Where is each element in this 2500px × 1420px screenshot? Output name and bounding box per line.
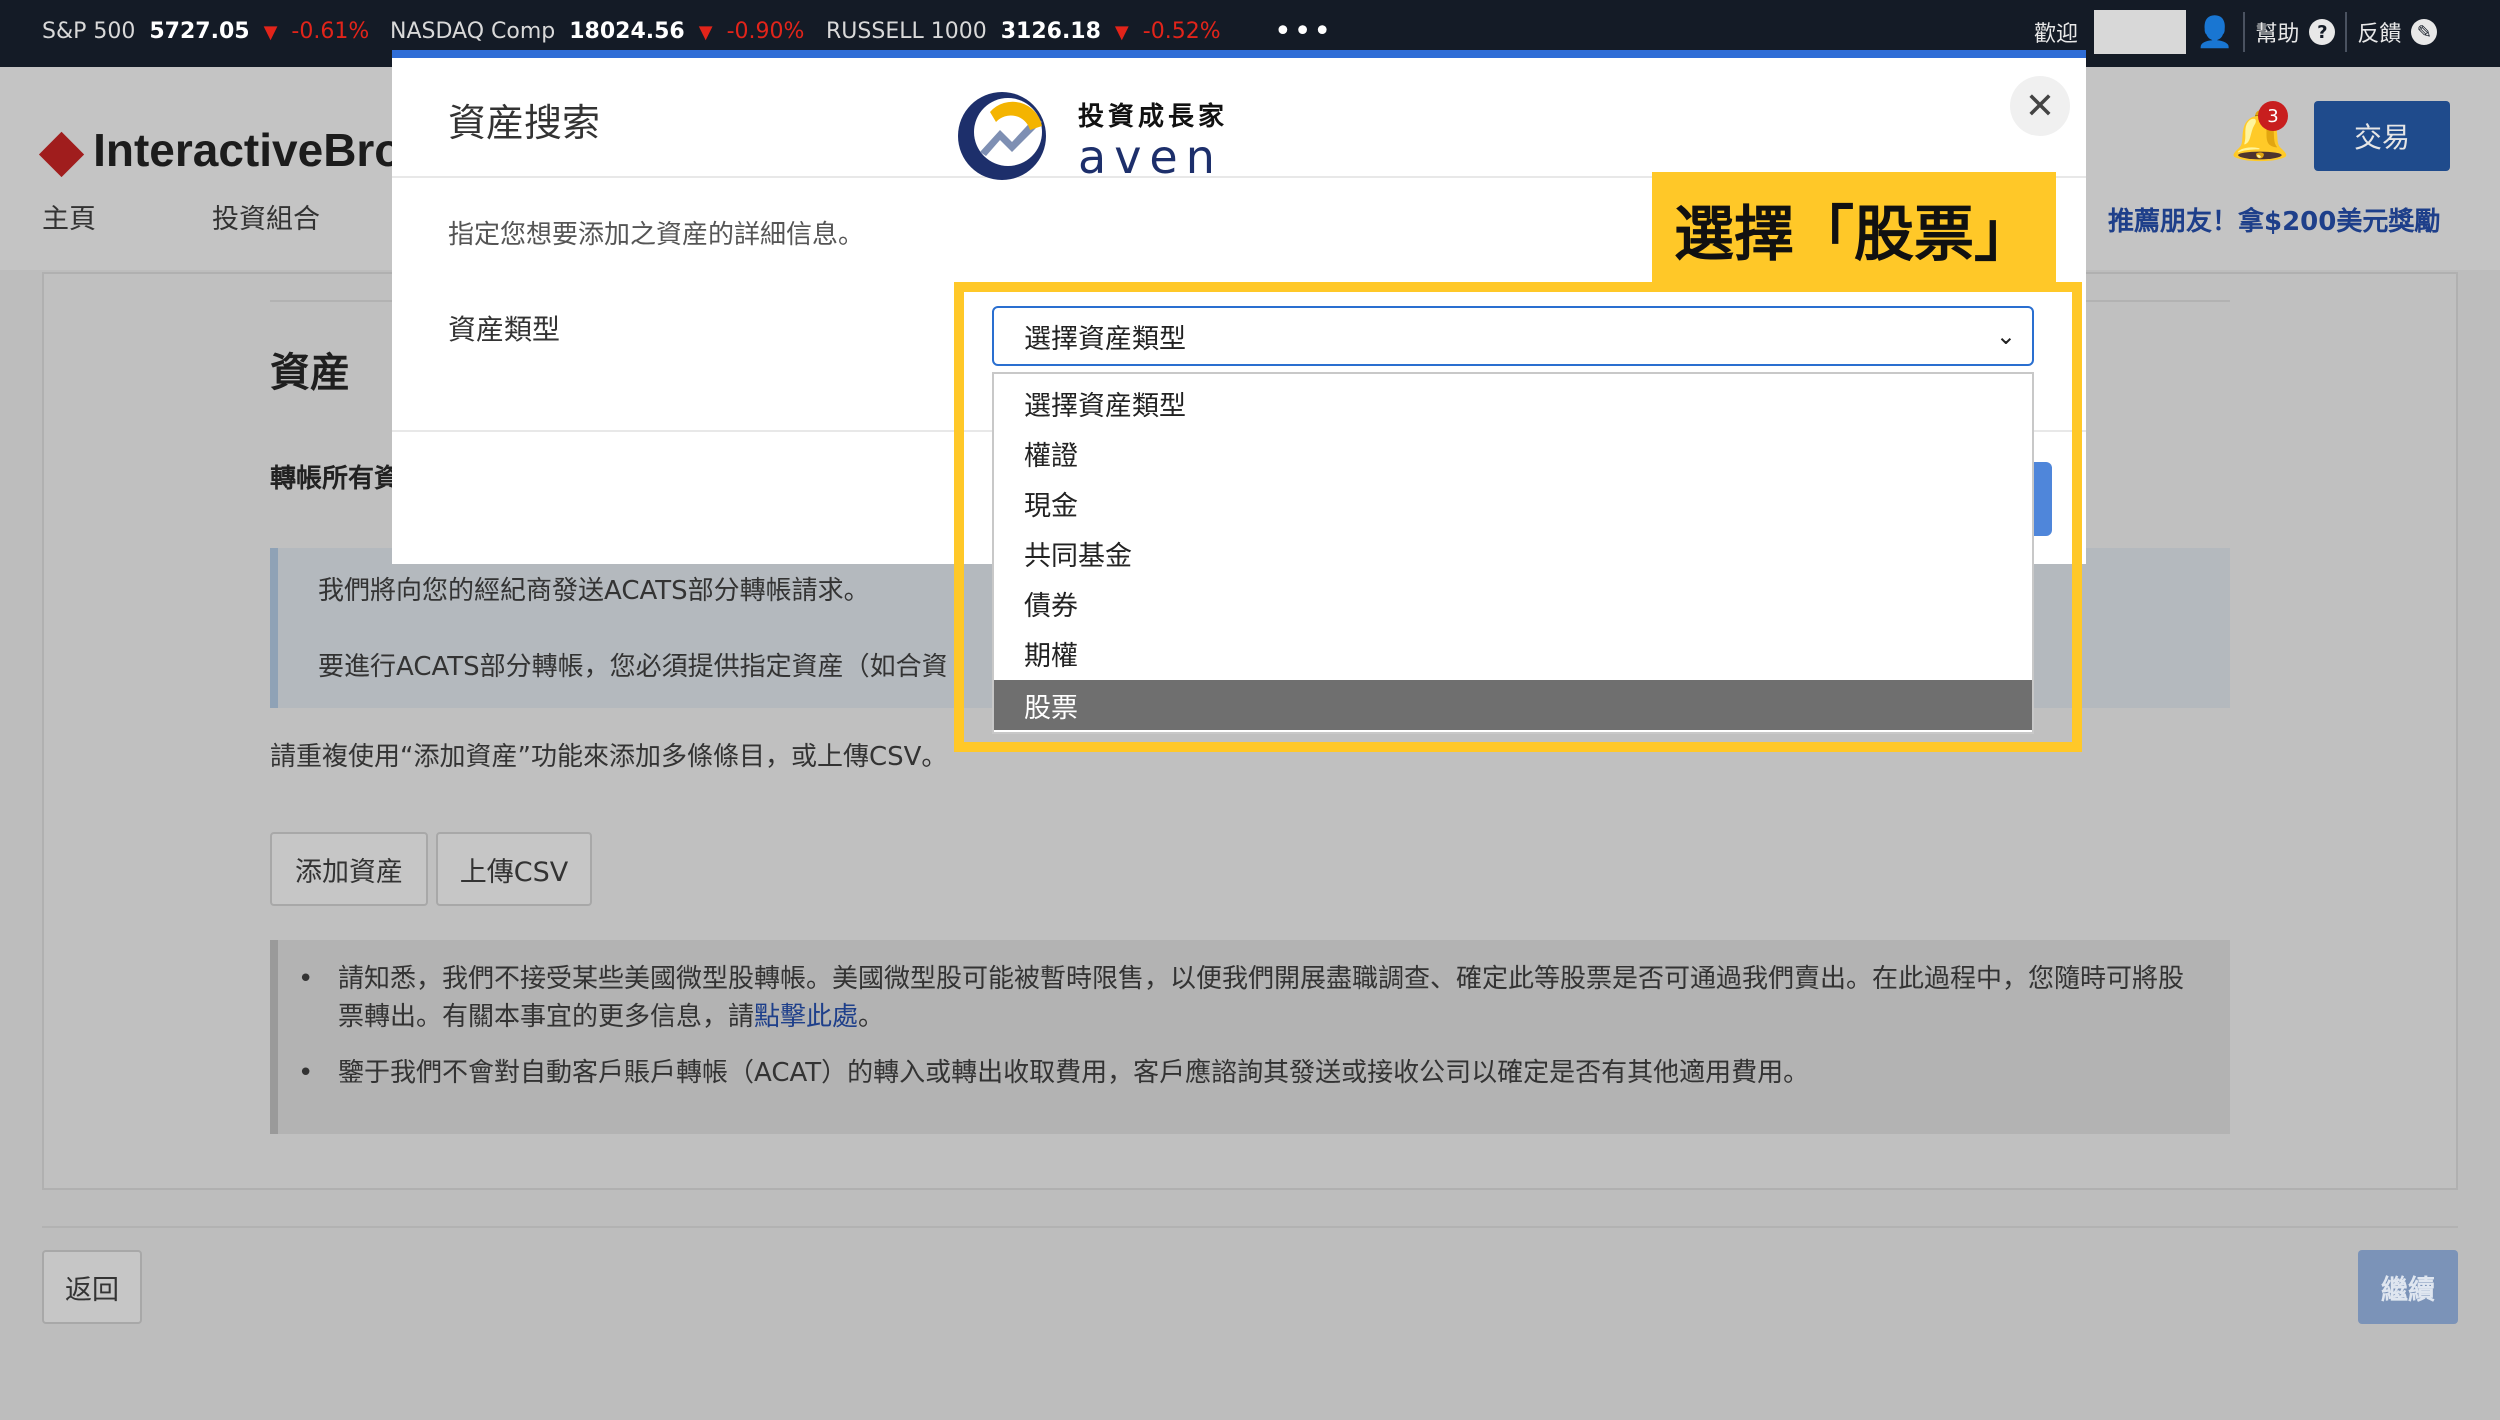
ticker-change: -0.61%: [291, 19, 370, 44]
notification-badge: 3: [2258, 101, 2288, 131]
ticker-name: RUSSELL 1000: [826, 19, 987, 44]
referral-link[interactable]: 推薦朋友！拿$200美元獎勵: [2108, 201, 2440, 238]
info-text: 要進行ACATS部分轉帳，您必須提供指定資産（如合資: [318, 652, 948, 682]
notice-box: 請知悉，我們不接受某些美國微型股轉帳。美國微型股可能被暫時限售，以便我們開展盡職…: [270, 940, 2230, 1134]
page-title: 資産: [270, 350, 350, 396]
notice-text: 鑒于我們不會對自動客戶賬戶轉帳（ACAT）的轉入或轉出收取費用，客戶應諮詢其發送…: [338, 1058, 1810, 1088]
brand-watermark: 投資成長家 aven: [950, 82, 1260, 188]
ticker-change: -0.90%: [726, 19, 805, 44]
ticker-value: 3126.18: [1000, 19, 1101, 44]
ticker-change: -0.52%: [1142, 19, 1221, 44]
feedback-icon[interactable]: ✎: [2411, 19, 2438, 45]
brand-name-en: aven: [1078, 130, 1223, 184]
asset-type-label: 資産類型: [448, 313, 561, 346]
click-here-link[interactable]: 點擊此處: [754, 1002, 858, 1032]
modal-title: 資産搜索: [448, 101, 601, 145]
divider: [42, 1226, 2458, 1228]
close-icon[interactable]: ✕: [2010, 76, 2070, 136]
ticker-value: 18024.56: [569, 19, 685, 44]
nav-portfolio[interactable]: 投資組合: [212, 197, 320, 236]
trade-button[interactable]: 交易: [2314, 101, 2450, 171]
brand-name-zh: 投資成長家: [1078, 102, 1229, 132]
divider: [2345, 12, 2348, 52]
help-link[interactable]: 幫助: [2255, 16, 2299, 48]
welcome-text: 歡迎: [2034, 22, 2079, 47]
logo-flame-icon: ◆: [40, 118, 84, 181]
info-text: 我們將向您的經紀商發送ACATS部分轉帳請求。: [318, 576, 870, 606]
transfer-all-label: 轉帳所有資: [270, 464, 401, 494]
divider: [2243, 12, 2246, 52]
modal-description: 指定您想要添加之資産的詳細信息。: [448, 220, 865, 250]
username-box: [2094, 10, 2187, 54]
user-icon[interactable]: 👤: [2196, 15, 2233, 50]
down-arrow-icon: ▼: [263, 22, 278, 43]
back-button[interactable]: 返回: [42, 1250, 142, 1324]
ticker-value: 5727.05: [149, 19, 250, 44]
upload-csv-button[interactable]: 上傳CSV: [436, 832, 592, 906]
help-icon[interactable]: ?: [2309, 19, 2336, 45]
down-arrow-icon: ▼: [1114, 22, 1129, 43]
notice-text: 請知悉，我們不接受某些美國微型股轉帳。美國微型股可能被暫時限售，以便我們開展盡職…: [338, 964, 2185, 1032]
down-arrow-icon: ▼: [698, 22, 713, 43]
user-menu[interactable]: 歡迎 👤 幫助 ? 反饋 ✎: [2034, 10, 2438, 54]
ticker-name: S&P 500: [42, 19, 136, 44]
logo-text: InteractiveBrok: [93, 124, 428, 176]
repeat-instructions: 請重複使用“添加資産”功能來添加多條條目，或上傳CSV。: [270, 742, 948, 772]
annotation-callout: 選擇「股票」: [1652, 172, 2056, 286]
more-tickers-button[interactable]: •••: [1274, 14, 1333, 49]
continue-button[interactable]: 繼續: [2358, 1250, 2458, 1324]
notice-text: 。: [858, 1002, 885, 1032]
feedback-link[interactable]: 反饋: [2357, 16, 2401, 48]
brand-logo-icon: [958, 92, 1046, 180]
ticker-sp500[interactable]: S&P 500 5727.05 ▼ -0.61%: [42, 19, 369, 44]
annotation-highlight-frame: [954, 282, 2082, 752]
ticker-name: NASDAQ Comp: [390, 19, 556, 44]
notice-item: 請知悉，我們不接受某些美國微型股轉帳。美國微型股可能被暫時限售，以便我們開展盡職…: [298, 960, 2188, 1036]
add-asset-button[interactable]: 添加資産: [270, 832, 428, 906]
notice-item: 鑒于我們不會對自動客戶賬戶轉帳（ACAT）的轉入或轉出收取費用，客戶應諮詢其發送…: [298, 1054, 2188, 1092]
ticker-russell[interactable]: RUSSELL 1000 3126.18 ▼ -0.52%: [826, 19, 1221, 44]
nav-home[interactable]: 主頁: [42, 197, 96, 236]
brand-logo[interactable]: ◆ InteractiveBrok: [40, 117, 428, 183]
ticker-nasdaq[interactable]: NASDAQ Comp 18024.56 ▼ -0.90%: [390, 19, 804, 44]
modal-accent-bar: [392, 50, 2086, 58]
